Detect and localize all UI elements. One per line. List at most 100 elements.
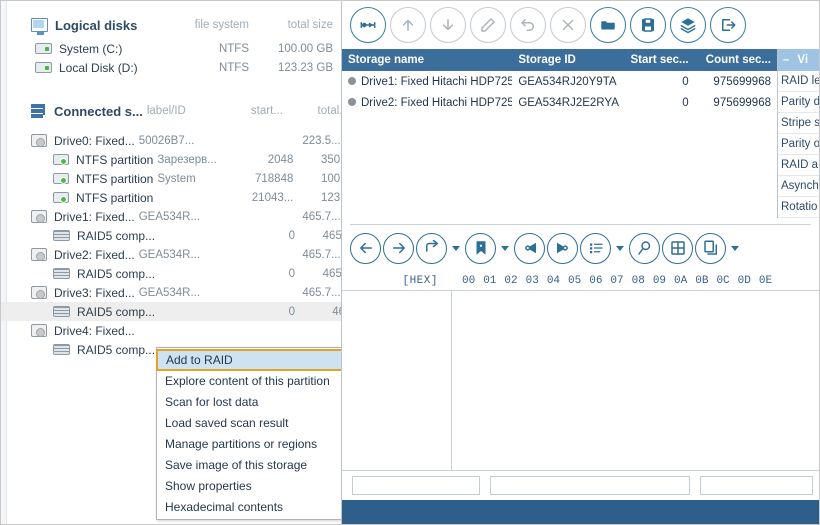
nav-back-icon[interactable] xyxy=(350,232,381,264)
undo-icon xyxy=(510,7,546,43)
open-folder-icon[interactable] xyxy=(590,7,626,43)
list-item[interactable]: NTFS partition 21043... 123.2... xyxy=(1,188,341,207)
cell-total: 223.5... xyxy=(302,134,341,147)
save-disk-icon[interactable] xyxy=(630,7,666,43)
cell-file-system: NTFS xyxy=(218,42,249,55)
list-item[interactable]: RAID5 comp... 0 465.2... xyxy=(1,226,341,245)
hex-offset-column: 05 xyxy=(568,274,582,287)
link-storages-icon[interactable] xyxy=(350,7,386,43)
hex-label: [HEX] xyxy=(402,274,438,287)
list-item[interactable]: Local Disk (D:) NTFS 123.23 GB xyxy=(1,58,341,77)
hex-offset-column: 00 xyxy=(462,274,476,287)
partition-icon xyxy=(53,154,69,165)
column-total: total... xyxy=(317,105,342,117)
hex-field-1[interactable] xyxy=(352,476,480,495)
find-icon[interactable] xyxy=(629,232,660,264)
jump-next-icon[interactable] xyxy=(547,232,578,264)
goto-offset-icon[interactable] xyxy=(416,232,447,264)
raid-property-row: RAID a xyxy=(778,155,819,176)
column-file-system: file system xyxy=(194,19,249,31)
list-item[interactable]: Drive1: Fixed... GEA534R... 465.7... xyxy=(1,207,341,226)
context-menu-item-manage-partitions[interactable]: Manage partitions or regions xyxy=(157,434,341,455)
chevron-down-icon[interactable] xyxy=(452,245,460,251)
header-start-sector[interactable]: Start sec... xyxy=(620,54,695,66)
grid-view-icon[interactable] xyxy=(662,232,693,264)
hex-offset-column: 07 xyxy=(610,274,624,287)
cell-total: 100.0... xyxy=(320,172,342,185)
raid-properties-header[interactable]: – Vi xyxy=(778,49,819,71)
hex-field-2[interactable] xyxy=(490,476,690,495)
hex-offset-column: 01 xyxy=(483,274,497,287)
context-menu-item-scan-lost-data[interactable]: Scan for lost data xyxy=(157,392,341,413)
status-bar xyxy=(342,500,819,524)
cell-start xyxy=(213,135,283,147)
chevron-down-icon[interactable] xyxy=(616,245,624,251)
list-item[interactable]: NTFS partitionSystem 718848 100.0... xyxy=(1,169,341,188)
partition-icon xyxy=(53,173,69,184)
list-item-label: NTFS partition xyxy=(76,171,154,186)
column-start: start... xyxy=(250,105,283,117)
logical-disks-group-header[interactable]: Logical disks file system total size xyxy=(1,11,341,39)
list-item[interactable]: System (C:) NTFS 100.00 GB xyxy=(1,39,341,58)
move-up-icon xyxy=(390,7,426,43)
export-icon[interactable] xyxy=(710,7,746,43)
column-label-id: label/ID xyxy=(146,105,186,117)
cell-start xyxy=(213,211,283,223)
chevron-down-icon[interactable] xyxy=(731,245,739,251)
list-item[interactable]: Drive3: Fixed... GEA534R... 465.7... xyxy=(1,283,341,302)
list-item[interactable]: NTFS partitionЗарезерв... 2048 350.0... xyxy=(1,150,341,169)
context-menu-item-load-scan-result[interactable]: Load saved scan result xyxy=(157,413,341,434)
list-view-icon[interactable] xyxy=(580,232,611,264)
table-row[interactable]: Drive2: Fixed Hitachi HDP7250... GEA534R… xyxy=(342,92,777,113)
context-menu-item-show-properties[interactable]: Show properties xyxy=(157,476,341,497)
nav-forward-icon[interactable] xyxy=(383,232,414,264)
list-item[interactable]: Drive4: Fixed... xyxy=(1,321,341,340)
list-item[interactable]: Drive0: Fixed... 50026B7... 223.5... xyxy=(1,131,341,150)
hex-bytes-area[interactable] xyxy=(452,291,819,470)
list-item-label: Drive4: Fixed... xyxy=(54,323,135,338)
raid-icon xyxy=(53,306,70,317)
connected-storages-group-header[interactable]: Connected s... label/ID start... total..… xyxy=(1,97,341,125)
hex-offset-column: 0A xyxy=(674,274,688,287)
copy-pages-icon[interactable] xyxy=(695,232,726,264)
layers-icon[interactable] xyxy=(670,7,706,43)
hex-offset-column: 06 xyxy=(589,274,603,287)
cell-label-id: GEA534R... xyxy=(138,286,201,299)
cell-label-id: System xyxy=(157,172,196,185)
drive-icon xyxy=(31,286,47,299)
context-menu-item-add-to-raid[interactable]: Add to RAID xyxy=(156,349,341,371)
cell-start xyxy=(213,287,283,299)
list-item-label: Drive0: Fixed... xyxy=(54,133,135,148)
context-menu-item-hexadecimal-contents[interactable]: Hexadecimal contents xyxy=(157,497,341,518)
cell-total: 465.7... xyxy=(302,286,341,299)
context-menu-item-explore-content[interactable]: Explore content of this partition xyxy=(157,371,341,392)
cell-label-id xyxy=(155,306,233,318)
stacked-disks-icon xyxy=(31,104,47,118)
hex-offset-gutter xyxy=(342,291,452,470)
edit-pencil-icon xyxy=(470,7,506,43)
jump-prev-icon[interactable] xyxy=(514,232,545,264)
hex-field-3[interactable] xyxy=(700,476,813,495)
header-storage-name[interactable]: Storage name xyxy=(342,54,512,66)
list-item[interactable]: RAID5 comp... 0 465.2... xyxy=(1,264,341,283)
raid-icon xyxy=(53,268,70,279)
bookmark-icon[interactable] xyxy=(465,232,496,264)
hex-offset-column: 04 xyxy=(546,274,561,287)
collapse-icon[interactable]: – xyxy=(783,54,789,66)
header-storage-id[interactable]: Storage ID xyxy=(512,54,619,66)
chevron-down-icon[interactable] xyxy=(501,245,509,251)
cell-total: 465.2... xyxy=(322,229,342,242)
list-item[interactable]: RAID5 comp... 0 465.2 xyxy=(1,302,341,321)
drive-icon xyxy=(31,134,47,147)
table-row[interactable]: Drive1: Fixed Hitachi HDP7250... GEA534R… xyxy=(342,71,777,92)
hex-offset-column: 02 xyxy=(504,274,518,287)
list-item[interactable]: Drive2: Fixed... GEA534R... 465.7... xyxy=(1,245,341,264)
partition-icon xyxy=(53,192,69,203)
list-item-label: NTFS partition xyxy=(76,152,154,167)
storage-tree-panel: Logical disks file system total size Sys… xyxy=(1,1,342,524)
header-count-sectors[interactable]: Count sec... xyxy=(695,54,777,66)
cell-label-id xyxy=(153,192,231,204)
hex-content-area[interactable] xyxy=(342,291,819,470)
context-menu-item-save-image[interactable]: Save image of this storage xyxy=(157,455,341,476)
drive-icon xyxy=(31,248,47,261)
